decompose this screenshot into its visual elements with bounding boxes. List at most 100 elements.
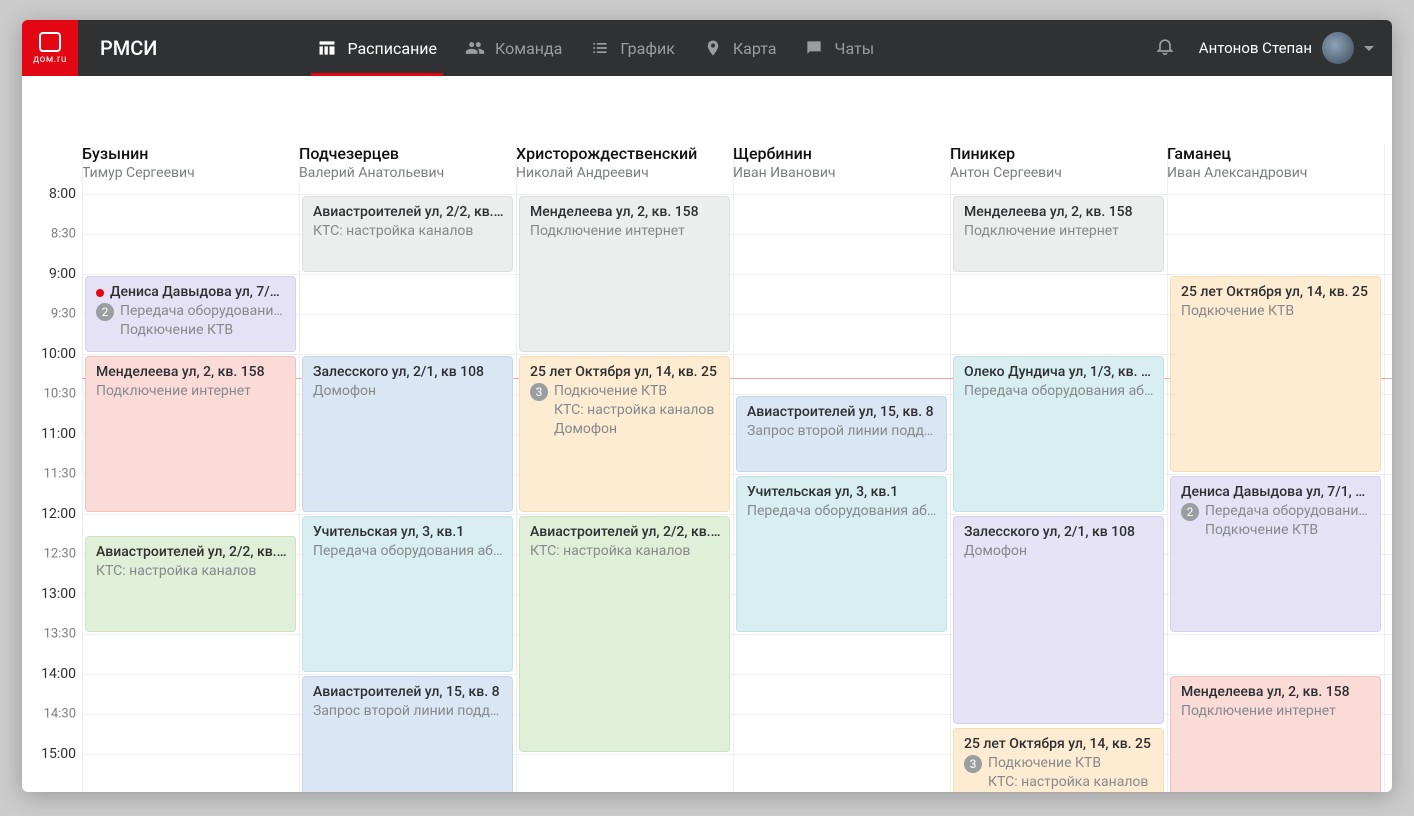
- schedule-event[interactable]: Учительская ул, 3, кв.1Передача оборудов…: [736, 476, 947, 632]
- nav-map[interactable]: Карта: [703, 20, 777, 76]
- event-title: Залесского ул, 2/1, кв 108: [964, 523, 1155, 542]
- event-title: Дениса Давыдова ул, 7/1, кв.: [110, 283, 287, 302]
- user-menu[interactable]: Антонов Степан: [1199, 32, 1374, 64]
- time-label: 12:30: [44, 547, 76, 562]
- time-label: 14:30: [44, 707, 76, 722]
- nav-label: Расписание: [347, 39, 437, 58]
- event-sub: Подкючение КТВ: [1205, 521, 1372, 540]
- schedule-event[interactable]: Авиастроителей ул, 2/2, кв. 83КТС: настр…: [519, 516, 730, 752]
- time-label: 12:00: [41, 506, 76, 522]
- schedule-event[interactable]: Авиастроителей ул, 15, кв. 8Запрос второ…: [736, 396, 947, 472]
- brand-logo[interactable]: дом.ru: [22, 20, 78, 76]
- event-sub: Домофон: [964, 542, 1155, 561]
- nav-label: Карта: [733, 39, 777, 58]
- event-sub: Домофон: [313, 382, 504, 401]
- schedule-event[interactable]: Менделеева ул, 2, кв. 158Подключение инт…: [519, 196, 730, 352]
- notifications-button[interactable]: [1155, 35, 1175, 61]
- time-label: 11:00: [41, 426, 76, 442]
- event-sub: Передача оборудования абон: [313, 542, 504, 561]
- time-label: 14:00: [41, 666, 76, 682]
- schedule-event[interactable]: Дениса Давыдова ул, 7/1, кв.2Передача об…: [85, 276, 296, 352]
- schedule-event[interactable]: 25 лет Октября ул, 14, кв. 253Подкючение…: [519, 356, 730, 512]
- time-label: 8:30: [51, 227, 76, 242]
- event-sub: Подключение интернет: [964, 222, 1155, 241]
- event-title: Авиастроителей ул, 2/2, кв. 83: [96, 543, 287, 562]
- event-title: Авиастроителей ул, 15, кв. 8: [313, 683, 504, 702]
- schedule-event[interactable]: Олеко Дундича ул, 1/3, кв. 329Передача о…: [953, 356, 1164, 512]
- event-sub: Запрос второй линии поддерж: [747, 422, 938, 441]
- nav-schedule[interactable]: Расписание: [317, 20, 437, 76]
- schedule-event[interactable]: Менделеева ул, 2, кв. 158Подключение инт…: [953, 196, 1164, 272]
- schedule-grid: 8:008:309:009:3010:0010:3011:0011:3012:0…: [22, 194, 1392, 792]
- time-label: 15:00: [41, 746, 76, 762]
- schedule-body: БузынинТимур СергеевичПодчезерцевВалерий…: [22, 76, 1392, 792]
- schedule-event[interactable]: Менделеева ул, 2, кв. 158Подключение инт…: [85, 356, 296, 512]
- time-label: 10:30: [44, 387, 76, 402]
- nav-team[interactable]: Команда: [465, 20, 562, 76]
- event-title: Менделеева ул, 2, кв. 158: [1181, 683, 1372, 702]
- tech-last-name: Пиникер: [950, 144, 1167, 163]
- app-frame: дом.ru РМСИ Расписание Команда График: [22, 20, 1392, 792]
- event-title: Учительская ул, 3, кв.1: [747, 483, 938, 502]
- event-title: Учительская ул, 3, кв.1: [313, 523, 504, 542]
- list-icon: [590, 38, 610, 58]
- column-header[interactable]: ХристорождественскийНиколай Андреевич: [516, 144, 733, 181]
- event-title: 25 лет Октября ул, 14, кв. 25: [1181, 283, 1372, 302]
- column-header[interactable]: ГаманецИван Александрович: [1167, 144, 1384, 181]
- count-badge: 2: [96, 303, 114, 321]
- schedule-event[interactable]: 25 лет Октября ул, 14, кв. 253Подкючение…: [953, 728, 1164, 792]
- tech-last-name: Щербинин: [733, 144, 950, 163]
- schedule-event[interactable]: Залесского ул, 2/1, кв 108Домофон: [953, 516, 1164, 724]
- chevron-down-icon: [1364, 46, 1374, 51]
- nav-graph[interactable]: График: [590, 20, 674, 76]
- schedule-event[interactable]: Менделеева ул, 2, кв. 158Подключение инт…: [1170, 676, 1381, 792]
- tech-last-name: Гаманец: [1167, 144, 1384, 163]
- column-header[interactable]: ПодчезерцевВалерий Анатольевич: [299, 144, 516, 181]
- event-sub: Домофон: [554, 420, 721, 439]
- schedule-event[interactable]: Дениса Давыдова ул, 7/1, кв. 32 Передача …: [1170, 476, 1381, 632]
- avatar: [1322, 32, 1354, 64]
- app-title: РМСИ: [100, 36, 157, 60]
- schedule-event[interactable]: Авиастроителей ул, 2/2, кв. 83КТС: настр…: [85, 536, 296, 632]
- schedule-event[interactable]: Авиастроителей ул, 2/2, кв. 83КТС: настр…: [302, 196, 513, 272]
- count-badge: 2: [1181, 503, 1199, 521]
- chat-icon: [804, 38, 824, 58]
- tech-first-name: Иван Иванович: [733, 165, 950, 181]
- events-layer: Дениса Давыдова ул, 7/1, кв.2Передача об…: [82, 194, 1392, 792]
- table-icon: [317, 38, 337, 58]
- event-title: 25 лет Октября ул, 14, кв. 25: [964, 735, 1155, 754]
- status-dot-icon: [96, 289, 104, 297]
- tech-first-name: Антон Сергеевич: [950, 165, 1167, 181]
- event-title: Дениса Давыдова ул, 7/1, кв. 3: [1181, 483, 1372, 502]
- event-sub: Подключение интернет: [1181, 702, 1372, 721]
- nav-chats[interactable]: Чаты: [804, 20, 874, 76]
- pin-icon: [703, 38, 723, 58]
- time-label: 10:00: [41, 346, 76, 362]
- event-sub: КТС: настройка каналов: [988, 773, 1155, 792]
- count-badge: 3: [530, 383, 548, 401]
- event-title: 25 лет Октября ул, 14, кв. 25: [530, 363, 721, 382]
- event-sub: КТС: настройка каналов: [313, 222, 504, 241]
- event-title: Менделеева ул, 2, кв. 158: [964, 203, 1155, 222]
- event-sub: Подкючение КТВ: [988, 754, 1155, 773]
- schedule-event[interactable]: Учительская ул, 3, кв.1Передача оборудов…: [302, 516, 513, 672]
- schedule-event[interactable]: Авиастроителей ул, 15, кв. 8Запрос второ…: [302, 676, 513, 792]
- tech-first-name: Николай Андреевич: [516, 165, 733, 181]
- time-label: 8:00: [49, 186, 76, 202]
- schedule-event[interactable]: Залесского ул, 2/1, кв 108Домофон: [302, 356, 513, 512]
- tech-last-name: Бузынин: [82, 144, 299, 163]
- column-header[interactable]: Щербинин Иван Иванович: [733, 144, 950, 181]
- event-sub: Запрос второй линии поддерж: [313, 702, 504, 721]
- event-sub: Подкючение КТВ: [1181, 302, 1372, 321]
- time-label: 13:30: [44, 627, 76, 642]
- tech-first-name: Валерий Анатольевич: [299, 165, 516, 181]
- event-sub: КТС: настройка каналов: [530, 542, 721, 561]
- column-header[interactable]: БузынинТимур Сергеевич: [82, 144, 299, 181]
- schedule-event[interactable]: 25 лет Октября ул, 14, кв. 25Подкючение …: [1170, 276, 1381, 472]
- event-sub: Передача оборудования абон: [964, 382, 1155, 401]
- event-sub: Передача оборудования а: [1205, 502, 1372, 521]
- tv-icon: [39, 32, 61, 52]
- column-header[interactable]: Пиникер Антон Сергеевич: [950, 144, 1167, 181]
- nav-label: Чаты: [834, 39, 874, 58]
- event-sub: Подключение интернет: [96, 382, 287, 401]
